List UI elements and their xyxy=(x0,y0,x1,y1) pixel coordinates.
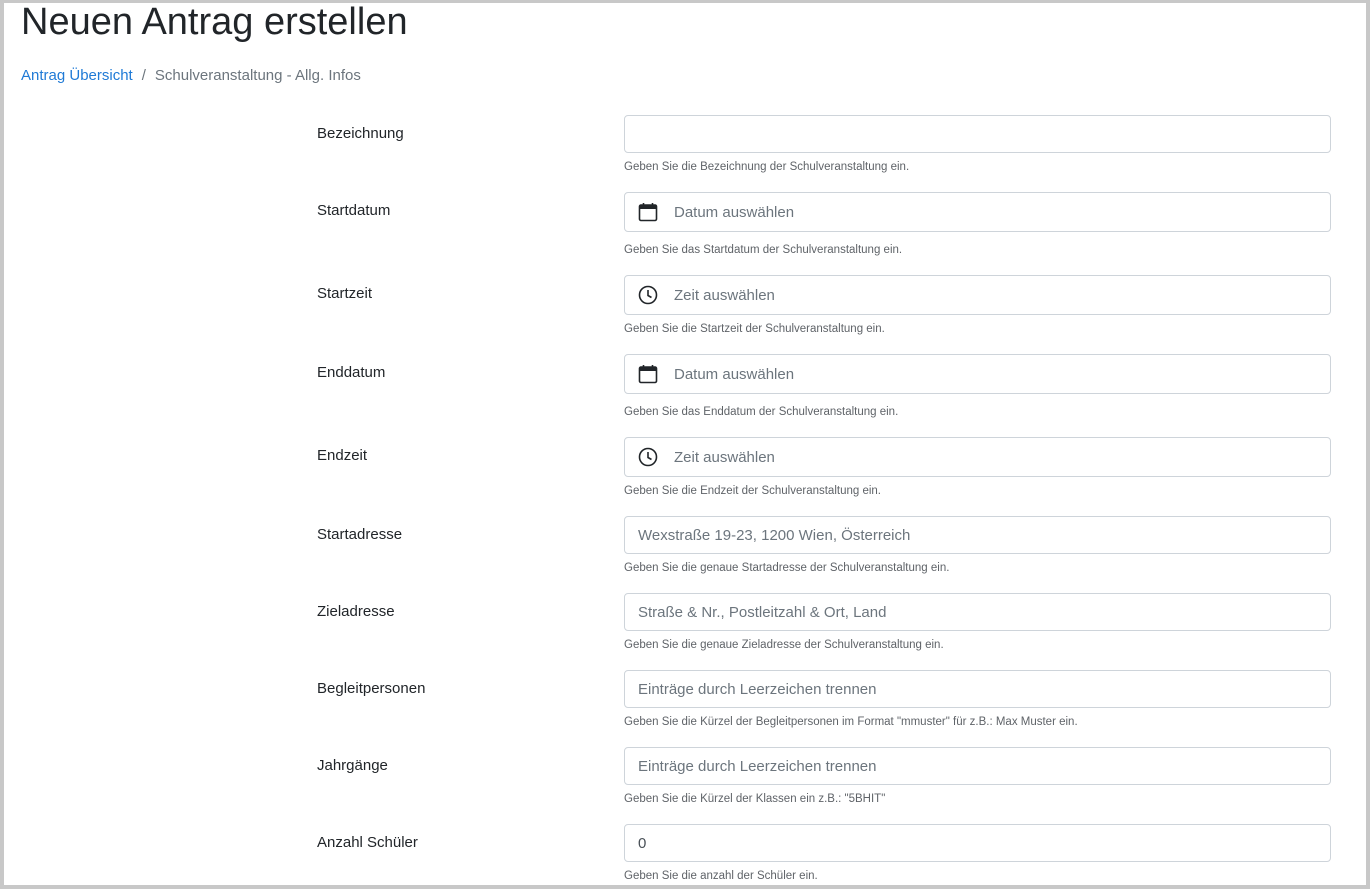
endzeit-placeholder: Zeit auswählen xyxy=(674,448,775,466)
zieladresse-input[interactable]: Straße & Nr., Postleitzahl & Ort, Land xyxy=(624,593,1331,631)
help-startdatum: Geben Sie das Startdatum der Schulverans… xyxy=(624,244,903,256)
startdatum-placeholder: Datum auswählen xyxy=(674,203,795,221)
help-endzeit: Geben Sie die Endzeit der Schulveranstal… xyxy=(624,485,881,497)
help-startzeit: Geben Sie die Startzeit der Schulveranst… xyxy=(624,323,885,335)
startzeit-input[interactable]: Zeit auswählen xyxy=(624,275,1331,315)
label-bezeichnung: Bezeichnung xyxy=(317,125,404,142)
help-enddatum: Geben Sie das Enddatum der Schulveransta… xyxy=(624,406,899,418)
label-enddatum: Enddatum xyxy=(317,364,386,381)
bezeichnung-input[interactable] xyxy=(624,115,1331,153)
label-endzeit: Endzeit xyxy=(317,447,368,464)
anzahl-schueler-input[interactable]: 0 xyxy=(624,824,1331,862)
label-jahrgaenge: Jahrgänge xyxy=(317,757,388,774)
label-startadresse: Startadresse xyxy=(317,526,403,543)
page-title: Neuen Antrag erstellen xyxy=(21,1,408,43)
label-startzeit: Startzeit xyxy=(317,285,373,302)
label-begleitpersonen: Begleitpersonen xyxy=(317,680,426,697)
breadcrumb-separator: / xyxy=(141,67,146,84)
enddatum-input[interactable]: Datum auswählen xyxy=(624,354,1331,394)
jahrgaenge-placeholder: Einträge durch Leerzeichen trennen xyxy=(638,757,877,775)
help-bezeichnung: Geben Sie die Bezeichnung der Schulveran… xyxy=(624,161,910,173)
endzeit-input[interactable]: Zeit auswählen xyxy=(624,437,1331,477)
breadcrumb-link-antrag-uebersicht[interactable]: Antrag Übersicht xyxy=(21,66,133,86)
label-startdatum: Startdatum xyxy=(317,202,391,219)
breadcrumb-current: Schulveranstaltung - Allg. Infos xyxy=(154,67,361,84)
jahrgaenge-input[interactable]: Einträge durch Leerzeichen trennen xyxy=(624,747,1331,785)
clock-icon xyxy=(638,447,658,467)
begleitpersonen-input[interactable]: Einträge durch Leerzeichen trennen xyxy=(624,670,1331,708)
startdatum-input[interactable]: Datum auswählen xyxy=(624,192,1331,232)
help-jahrgaenge: Geben Sie die Kürzel der Klassen ein z.B… xyxy=(624,793,886,805)
calendar-icon xyxy=(638,364,658,384)
startzeit-placeholder: Zeit auswählen xyxy=(674,286,775,304)
startadresse-placeholder: Wexstraße 19-23, 1200 Wien, Österreich xyxy=(638,526,911,544)
enddatum-placeholder: Datum auswählen xyxy=(674,365,795,383)
help-zieladresse: Geben Sie die genaue Zieladresse der Sch… xyxy=(624,639,944,651)
help-begleitpersonen: Geben Sie die Kürzel der Begleitpersonen… xyxy=(624,716,1078,728)
help-startadresse: Geben Sie die genaue Startadresse der Sc… xyxy=(624,562,950,574)
calendar-icon xyxy=(638,202,658,222)
breadcrumb: Antrag Übersicht / Schulveranstaltung - … xyxy=(21,66,361,86)
startadresse-input[interactable]: Wexstraße 19-23, 1200 Wien, Österreich xyxy=(624,516,1331,554)
help-anzahl-schueler: Geben Sie die anzahl der Schüler ein. xyxy=(624,870,818,882)
anzahl-schueler-value: 0 xyxy=(638,834,647,852)
clock-icon xyxy=(638,285,658,305)
label-anzahl-schueler: Anzahl Schüler xyxy=(317,834,418,851)
zieladresse-placeholder: Straße & Nr., Postleitzahl & Ort, Land xyxy=(638,603,887,621)
begleitpersonen-placeholder: Einträge durch Leerzeichen trennen xyxy=(638,680,877,698)
label-zieladresse: Zieladresse xyxy=(317,603,395,620)
